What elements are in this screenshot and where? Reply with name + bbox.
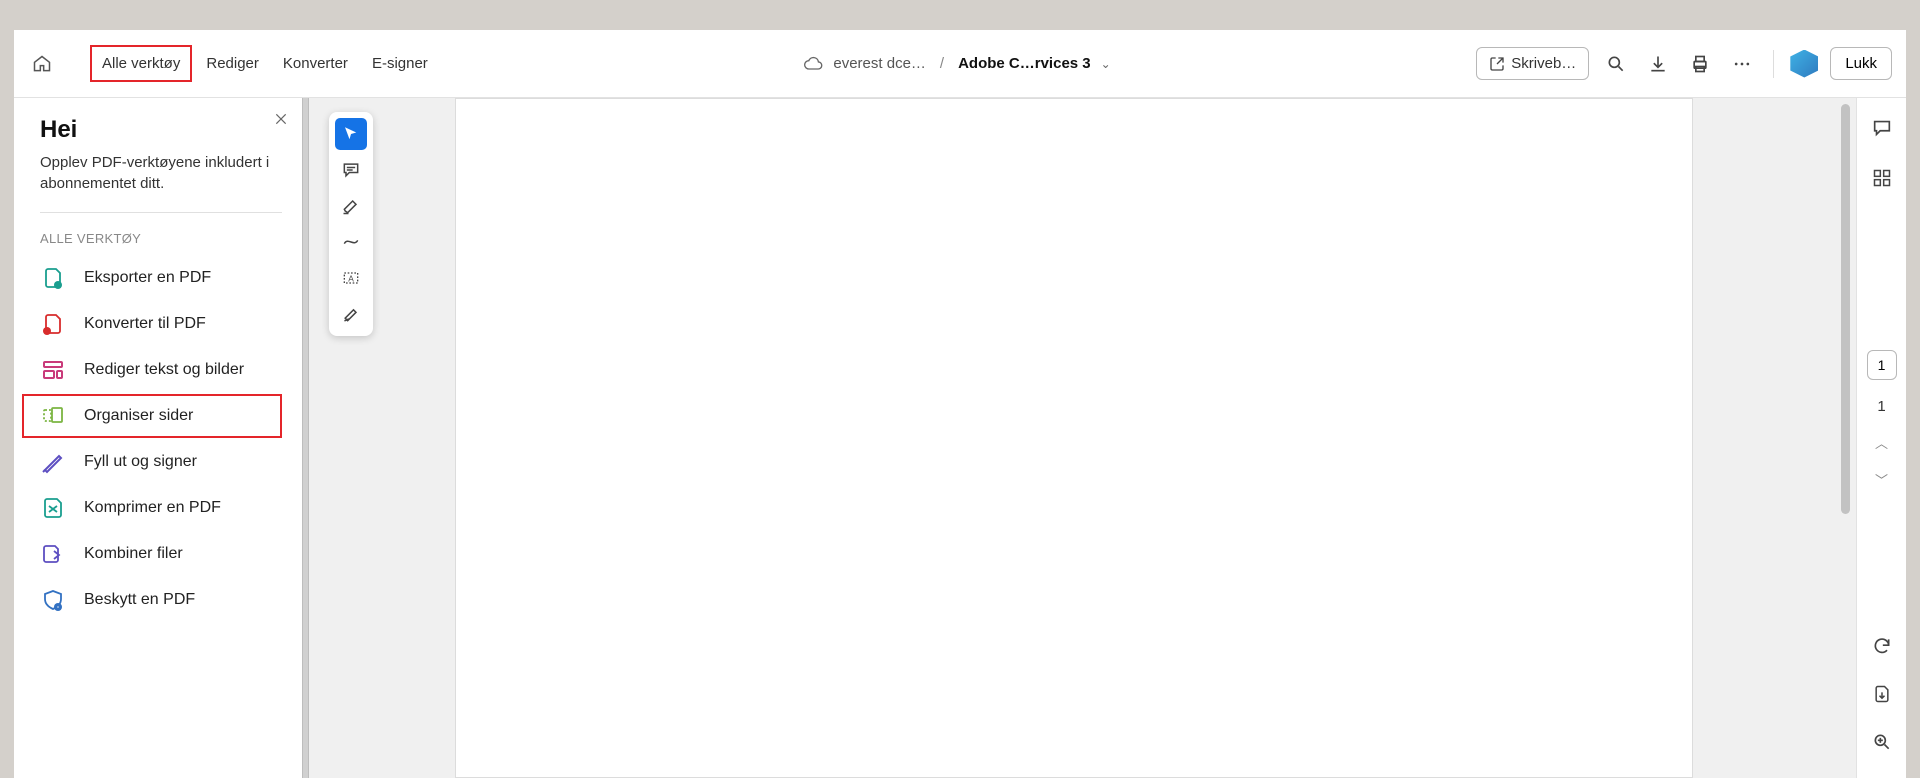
fill-sign-icon [40,449,66,475]
protect-pdf-icon [40,587,66,613]
page-properties-button[interactable] [1866,678,1898,710]
rotate-button[interactable] [1866,630,1898,662]
tab-all-tools[interactable]: Alle verktøy [90,45,192,82]
tool-label: Kombiner filer [84,545,183,563]
tool-compress-pdf[interactable]: Komprimer en PDF [22,486,282,530]
quicktool-select[interactable] [335,118,367,150]
download-button[interactable] [1643,49,1673,79]
cloud-location-text: everest dce… [833,55,926,72]
zoom-in-icon [1872,732,1892,752]
search-button[interactable] [1601,49,1631,79]
sidebar-divider [40,212,282,213]
print-button[interactable] [1685,49,1715,79]
tool-label: Fyll ut og signer [84,453,197,471]
tool-list: + Eksporter en PDF + Konverter til PDF R… [22,256,282,622]
svg-text:A: A [348,273,354,283]
main-tabs: Alle verktøy Rediger Konverter E-signer [90,45,438,82]
print-icon [1690,54,1710,74]
tab-edit[interactable]: Rediger [196,47,269,80]
compress-pdf-icon [40,495,66,521]
tool-label: Konverter til PDF [84,315,206,333]
svg-text:+: + [56,283,60,290]
sidebar-title: Hei [40,116,282,144]
ellipsis-icon [1732,54,1752,74]
document-page[interactable] [455,98,1693,778]
tool-label: Eksporter en PDF [84,269,211,287]
close-icon [274,112,288,126]
cursor-icon [342,125,360,143]
speech-bubble-icon [1871,117,1893,139]
cloud-icon [803,54,823,74]
cloud-location[interactable]: everest dce… [803,54,926,74]
textbox-icon: A [341,268,361,288]
tool-label: Organiser sider [84,407,193,425]
organize-pages-icon [40,403,66,429]
page-total: 1 [1877,398,1885,415]
file-name-dropdown[interactable]: Adobe C…rvices 3 ⌄ [958,55,1111,72]
comment-icon [341,160,361,180]
comments-panel-button[interactable] [1866,112,1898,144]
tab-esign[interactable]: E-signer [362,47,438,80]
document-area: A [309,98,1856,778]
tool-fill-sign[interactable]: Fyll ut og signer [22,440,282,484]
page-icon [1872,684,1892,704]
tool-organize-pages[interactable]: Organiser sider [22,394,282,438]
sidebar-resizer[interactable] [302,98,309,778]
sidebar-close-button[interactable] [274,112,288,126]
sidebar-subtitle: Opplev PDF-verktøyene inkludert i abonne… [40,152,282,194]
right-rail: 1 1 ︿ ﹀ [1856,98,1906,778]
export-pdf-icon: + [40,265,66,291]
tool-combine-files[interactable]: Kombiner filer [22,532,282,576]
rotate-icon [1872,636,1892,656]
quicktool-textbox[interactable]: A [335,262,367,294]
download-icon [1648,54,1668,74]
tool-protect-pdf[interactable]: Beskytt en PDF [22,578,282,622]
open-desktop-button[interactable]: Skriveb… [1476,47,1589,80]
quick-tools-palette: A [329,112,373,336]
sign-icon [341,304,361,324]
page-number-input[interactable]: 1 [1867,350,1897,380]
sidebar: Hei Opplev PDF-verktøyene inkludert i ab… [14,98,302,778]
home-button[interactable] [28,50,56,78]
highlight-icon [341,196,361,216]
page-down-button[interactable]: ﹀ [1875,470,1888,489]
quicktool-sign[interactable] [335,298,367,330]
convert-pdf-icon: + [40,311,66,337]
thumbnails-button[interactable] [1866,162,1898,194]
more-button[interactable] [1727,49,1757,79]
tool-label: Beskytt en PDF [84,591,195,609]
quicktool-comment[interactable] [335,154,367,186]
close-button[interactable]: Lukk [1830,47,1892,80]
sidebar-section-label: ALLE VERKTØY [40,231,282,246]
toolbar-center: everest dce… / Adobe C…rvices 3 ⌄ [446,54,1468,74]
open-desktop-label: Skriveb… [1511,55,1576,72]
edit-text-icon [40,357,66,383]
external-link-icon [1489,56,1505,72]
draw-icon [341,232,361,252]
tool-label: Komprimer en PDF [84,499,221,517]
top-toolbar: Alle verktøy Rediger Konverter E-signer … [14,30,1906,98]
file-name: Adobe C…rvices 3 [958,55,1091,72]
toolbar-divider [1773,50,1774,78]
quicktool-highlight[interactable] [335,190,367,222]
quicktool-draw[interactable] [335,226,367,258]
tool-edit-text[interactable]: Rediger tekst og bilder [22,348,282,392]
tool-label: Rediger tekst og bilder [84,361,244,379]
search-icon [1606,54,1626,74]
toolbar-right: Skriveb… Lukk [1476,47,1892,80]
svg-text:+: + [45,329,49,336]
tab-convert[interactable]: Konverter [273,47,358,80]
breadcrumb-separator: / [940,55,944,72]
vertical-scrollbar[interactable] [1841,104,1850,514]
avatar[interactable] [1790,50,1818,78]
chevron-down-icon: ⌄ [1101,57,1111,71]
combine-files-icon [40,541,66,567]
tool-convert-pdf[interactable]: + Konverter til PDF [22,302,282,346]
page-up-button[interactable]: ︿ [1875,433,1888,452]
grid-icon [1872,168,1892,188]
tool-export-pdf[interactable]: + Eksporter en PDF [22,256,282,300]
zoom-button[interactable] [1866,726,1898,758]
